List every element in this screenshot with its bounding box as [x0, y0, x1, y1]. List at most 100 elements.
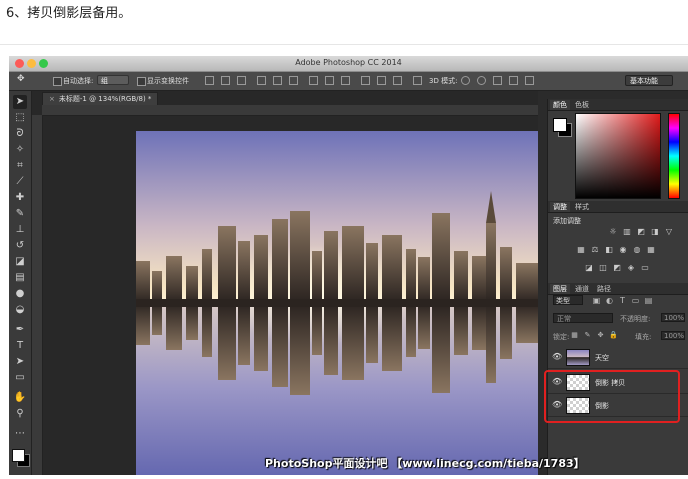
- type-tool-button[interactable]: T: [13, 339, 27, 353]
- lock-pixels-icon[interactable]: ✎: [583, 331, 592, 340]
- filter-adjustment-icon[interactable]: ◐: [605, 296, 614, 305]
- hue-slider[interactable]: [668, 113, 680, 199]
- 3d-pan-icon[interactable]: [493, 76, 502, 85]
- hue-saturation-icon[interactable]: ▦: [576, 245, 586, 254]
- distribute-vcenter-icon[interactable]: [325, 76, 334, 85]
- levels-icon[interactable]: ▥: [622, 227, 632, 236]
- tab-styles[interactable]: 样式: [572, 202, 592, 212]
- fill-value[interactable]: 100%: [661, 331, 685, 340]
- 3d-scale-icon[interactable]: [525, 76, 534, 85]
- curves-icon[interactable]: ◩: [636, 227, 646, 236]
- zoom-tool-button[interactable]: ⚲: [13, 407, 27, 421]
- tab-channels[interactable]: 通道: [572, 284, 592, 294]
- shape-tool-button[interactable]: ▭: [13, 371, 27, 385]
- 3d-slide-icon[interactable]: [509, 76, 518, 85]
- posterize-icon[interactable]: ◫: [598, 263, 608, 272]
- auto-select-dropdown[interactable]: 组: [97, 75, 129, 85]
- exposure-icon[interactable]: ◨: [650, 227, 660, 236]
- document-tab-label: 未标题-1 @ 134%(RGB/8) *: [58, 95, 152, 103]
- options-bar: ✥ 自动选择: 组 显示变换控件 3D 模式: 基本功能: [9, 72, 688, 91]
- brightness-icon[interactable]: ☼: [608, 227, 618, 236]
- auto-align-icon[interactable]: [413, 76, 422, 85]
- selective-color-icon[interactable]: ◈: [626, 263, 636, 272]
- tab-paths[interactable]: 路径: [594, 284, 614, 294]
- visibility-eye-icon[interactable]: 👁: [552, 352, 562, 361]
- photo-filter-icon[interactable]: ◉: [618, 245, 628, 254]
- tab-swatches[interactable]: 色板: [572, 100, 592, 110]
- opacity-value[interactable]: 100%: [661, 313, 685, 322]
- history-brush-tool-button[interactable]: ↺: [13, 239, 27, 253]
- dodge-tool-button[interactable]: ◒: [13, 303, 27, 317]
- distribute-left-icon[interactable]: [361, 76, 370, 85]
- close-tab-icon[interactable]: ×: [49, 95, 55, 103]
- auto-select-checkbox[interactable]: [53, 77, 62, 86]
- align-left-icon[interactable]: [257, 76, 266, 85]
- filter-pixel-icon[interactable]: ▣: [592, 296, 601, 305]
- clone-stamp-tool-button[interactable]: ⊥: [13, 223, 27, 237]
- brush-tool-button[interactable]: ✎: [13, 207, 27, 221]
- move-tool-button[interactable]: ➤: [13, 95, 27, 109]
- black-white-icon[interactable]: ◧: [604, 245, 614, 254]
- blend-mode-dropdown[interactable]: 正常: [553, 313, 613, 323]
- watermark-text: PhotoShop平面设计吧 【www.linecg.com/tieba/178…: [265, 457, 585, 470]
- workspace-dropdown[interactable]: 基本功能: [625, 75, 673, 86]
- lock-position-icon[interactable]: ✥: [596, 331, 605, 340]
- tab-color[interactable]: 颜色: [550, 100, 570, 110]
- distribute-bottom-icon[interactable]: [341, 76, 350, 85]
- distribute-hcenter-icon[interactable]: [377, 76, 386, 85]
- lock-all-icon[interactable]: 🔒: [609, 331, 618, 340]
- eraser-tool-button[interactable]: ◪: [13, 255, 27, 269]
- 3d-rotate-icon[interactable]: [461, 76, 470, 85]
- layer-thumbnail: [566, 349, 590, 366]
- align-bottom-icon[interactable]: [237, 76, 246, 85]
- gradient-map-icon[interactable]: ▭: [640, 263, 650, 272]
- vibrance-icon[interactable]: ▽: [664, 227, 674, 236]
- filter-smart-icon[interactable]: ▤: [644, 296, 653, 305]
- lock-transparent-icon[interactable]: ▦: [570, 331, 579, 340]
- layer-row-sky[interactable]: 👁 天空: [548, 346, 688, 369]
- crop-tool-button[interactable]: ⌗: [13, 159, 27, 173]
- path-select-tool-button[interactable]: ➤: [13, 355, 27, 369]
- layer-filter-icons: ▣ ◐ T ▭ ▤: [592, 296, 653, 305]
- more-tools-icon[interactable]: ⋯: [13, 427, 27, 441]
- align-hcenter-icon[interactable]: [273, 76, 282, 85]
- layer-kind-filter[interactable]: 类型: [553, 295, 583, 305]
- threshold-icon[interactable]: ◩: [612, 263, 622, 272]
- marquee-tool-button[interactable]: ⬚: [13, 111, 27, 125]
- healing-brush-tool-button[interactable]: ✚: [13, 191, 27, 205]
- tab-adjustments[interactable]: 调整: [550, 202, 570, 212]
- filter-type-icon[interactable]: T: [618, 296, 627, 305]
- 3d-mode-label: 3D 模式:: [429, 77, 458, 85]
- magic-wand-tool-button[interactable]: ✧: [13, 143, 27, 157]
- filter-shape-icon[interactable]: ▭: [631, 296, 640, 305]
- show-transform-label: 显示变换控件: [147, 77, 189, 85]
- eyedropper-tool-button[interactable]: ⟋: [13, 175, 27, 189]
- color-lookup-icon[interactable]: ▦: [646, 245, 656, 254]
- distribute-right-icon[interactable]: [393, 76, 402, 85]
- color-balance-icon[interactable]: ⚖: [590, 245, 600, 254]
- move-tool-icon[interactable]: ✥: [17, 74, 25, 84]
- align-vcenter-icon[interactable]: [221, 76, 230, 85]
- horizontal-ruler: [42, 105, 538, 116]
- color-picker-field[interactable]: [575, 113, 661, 199]
- channel-mixer-icon[interactable]: ◍: [632, 245, 642, 254]
- tab-layers[interactable]: 图层: [550, 284, 570, 294]
- document-tab[interactable]: × 未标题-1 @ 134%(RGB/8) *: [42, 92, 159, 106]
- align-top-icon[interactable]: [205, 76, 214, 85]
- lasso-tool-button[interactable]: ᘐ: [13, 127, 27, 141]
- document-canvas[interactable]: [136, 131, 538, 475]
- hand-tool-button[interactable]: ✋: [13, 391, 27, 405]
- invert-icon[interactable]: ◪: [584, 263, 594, 272]
- foreground-color-swatch[interactable]: [12, 449, 25, 462]
- distribute-top-icon[interactable]: [309, 76, 318, 85]
- panel-foreground-swatch[interactable]: [553, 118, 567, 132]
- pen-tool-button[interactable]: ✒: [13, 323, 27, 337]
- show-transform-checkbox[interactable]: [137, 77, 146, 86]
- 3d-roll-icon[interactable]: [477, 76, 486, 85]
- blur-tool-button[interactable]: ●: [13, 287, 27, 301]
- title-bar: Adobe Photoshop CC 2014: [9, 56, 688, 72]
- gradient-tool-button[interactable]: ▤: [13, 271, 27, 285]
- align-right-icon[interactable]: [289, 76, 298, 85]
- opacity-label: 不透明度:: [620, 315, 651, 323]
- lock-label: 锁定:: [553, 333, 570, 341]
